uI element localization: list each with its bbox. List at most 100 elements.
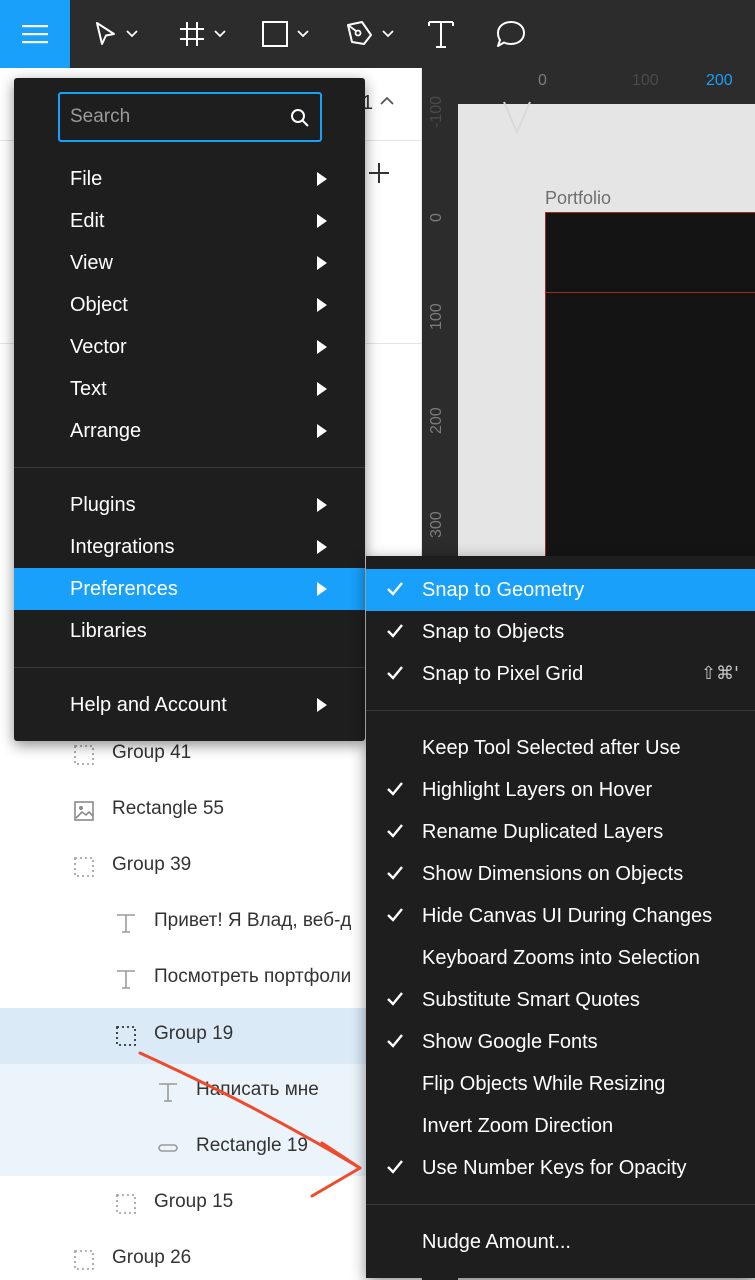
main-menu-button[interactable] [0, 0, 70, 68]
pref-hide-canvas-ui[interactable]: Hide Canvas UI During Changes [366, 895, 755, 937]
menu-separator [14, 667, 365, 668]
menu-search [58, 92, 322, 142]
main-menu: File Edit View Object Vector Text Arrang… [14, 78, 365, 741]
menu-item-view[interactable]: View [14, 242, 365, 284]
pref-highlight-layers[interactable]: Highlight Layers on Hover [366, 769, 755, 811]
submenu-arrow-icon [317, 214, 327, 228]
comment-icon [497, 21, 525, 47]
menu-item-vector[interactable]: Vector [14, 326, 365, 368]
layer-row[interactable]: Group 39 [0, 839, 422, 895]
pref-label: Show Dimensions on Objects [422, 863, 684, 885]
chevron-down-icon [382, 30, 394, 38]
menu-item-edit[interactable]: Edit [14, 200, 365, 242]
chevron-down-icon [214, 30, 226, 38]
checkmark-icon [387, 582, 403, 596]
pref-label: Highlight Layers on Hover [422, 779, 653, 801]
keyboard-shortcut: ⇧⌘' [700, 663, 739, 684]
pref-number-keys-opacity[interactable]: Use Number Keys for Opacity [366, 1147, 755, 1189]
shape-tool[interactable] [261, 0, 309, 68]
checkmark-icon [387, 824, 403, 838]
move-tool[interactable] [94, 0, 138, 68]
ruler-label: 100 [632, 72, 659, 89]
pref-invert-zoom[interactable]: Invert Zoom Direction [366, 1105, 755, 1147]
portfolio-frame[interactable] [545, 212, 755, 612]
pref-keep-tool-selected[interactable]: Keep Tool Selected after Use [366, 727, 755, 769]
ruler-label: 300 [428, 511, 445, 538]
menu-separator [366, 1204, 755, 1205]
menu-item-text[interactable]: Text [14, 368, 365, 410]
text-icon [159, 1083, 177, 1102]
rectangle-icon [158, 1144, 178, 1152]
menu-separator [366, 710, 755, 711]
pref-label: Keyboard Zooms into Selection [422, 947, 700, 969]
submenu-arrow-icon [317, 498, 327, 512]
pref-snap-to-pixel-grid[interactable]: Snap to Pixel Grid ⇧⌘' [366, 653, 755, 695]
frame-tool[interactable] [178, 0, 226, 68]
text-tool[interactable] [427, 0, 455, 68]
add-page-icon[interactable] [368, 162, 390, 184]
pref-rename-duplicated[interactable]: Rename Duplicated Layers [366, 811, 755, 853]
pref-keyboard-zooms[interactable]: Keyboard Zooms into Selection [366, 937, 755, 979]
menu-item-label: View [70, 252, 113, 274]
ruler-label: 100 [428, 303, 445, 330]
layer-row[interactable]: Rectangle 55 [0, 783, 422, 839]
layer-row[interactable]: Написать мне [0, 1064, 422, 1120]
pref-show-dimensions[interactable]: Show Dimensions on Objects [366, 853, 755, 895]
submenu-arrow-icon [317, 256, 327, 270]
submenu-arrow-icon [317, 540, 327, 554]
layer-row[interactable]: Rectangle 19 [0, 1120, 422, 1176]
menu-item-label: Object [70, 294, 128, 316]
checkmark-icon [387, 1160, 403, 1174]
submenu-arrow-icon [317, 382, 327, 396]
layer-row[interactable]: Привет! Я Влад, веб-д [0, 895, 422, 951]
layer-row[interactable]: Group 26 [0, 1232, 422, 1280]
image-icon [74, 801, 94, 821]
layer-name: Group 15 [154, 1191, 234, 1212]
pref-snap-to-geometry[interactable]: Snap to Geometry [366, 569, 755, 611]
pref-nudge-amount[interactable]: Nudge Amount... [366, 1221, 755, 1263]
layer-row[interactable]: Group 15 [0, 1176, 422, 1232]
move-icon [96, 22, 115, 45]
pref-label: Snap to Objects [422, 621, 565, 643]
search-icon [291, 109, 309, 127]
layer-name: Group 41 [112, 742, 192, 763]
layer-row[interactable]: Посмотреть портфоли [0, 951, 422, 1007]
menu-item-libraries[interactable]: Libraries [14, 610, 365, 652]
hamburger-icon [22, 25, 48, 44]
pref-label: Rename Duplicated Layers [422, 821, 664, 843]
layer-name: Group 26 [112, 1247, 192, 1268]
menu-item-arrange[interactable]: Arrange [14, 410, 365, 452]
pref-label: Flip Objects While Resizing [422, 1073, 666, 1095]
pref-flip-objects[interactable]: Flip Objects While Resizing [366, 1063, 755, 1105]
pref-label: Use Number Keys for Opacity [422, 1157, 687, 1179]
chevron-up-icon[interactable] [380, 96, 394, 106]
group-icon [74, 745, 94, 765]
ruler-label: 200 [706, 72, 733, 89]
guide-line [545, 292, 755, 293]
pen-tool[interactable] [344, 0, 394, 68]
pref-label: Substitute Smart Quotes [422, 989, 640, 1011]
pref-google-fonts[interactable]: Show Google Fonts [366, 1021, 755, 1063]
menu-item-help-account[interactable]: Help and Account [14, 684, 365, 726]
pref-snap-to-objects[interactable]: Snap to Objects [366, 611, 755, 653]
menu-item-object[interactable]: Object [14, 284, 365, 326]
menu-item-preferences[interactable]: Preferences [14, 568, 365, 610]
pref-smart-quotes[interactable]: Substitute Smart Quotes [366, 979, 755, 1021]
menu-item-integrations[interactable]: Integrations [14, 526, 365, 568]
layer-name: Group 19 [154, 1023, 234, 1044]
layer-row-selected[interactable]: Group 19 [0, 1008, 422, 1064]
pen-icon [347, 21, 372, 45]
group-icon [116, 1194, 136, 1214]
checkmark-icon [387, 992, 403, 1006]
checkmark-icon [387, 666, 403, 680]
pref-label: Nudge Amount... [422, 1231, 571, 1253]
menu-item-label: Text [70, 378, 107, 400]
menu-item-plugins[interactable]: Plugins [14, 484, 365, 526]
frame-label[interactable]: Portfolio [545, 188, 611, 209]
search-input[interactable] [70, 104, 275, 130]
checkmark-icon [387, 624, 403, 638]
layer-name: Написать мне [196, 1079, 319, 1100]
menu-item-file[interactable]: File [14, 158, 365, 200]
layer-name: Привет! Я Влад, веб-д [154, 910, 352, 931]
comment-tool[interactable] [495, 0, 527, 68]
